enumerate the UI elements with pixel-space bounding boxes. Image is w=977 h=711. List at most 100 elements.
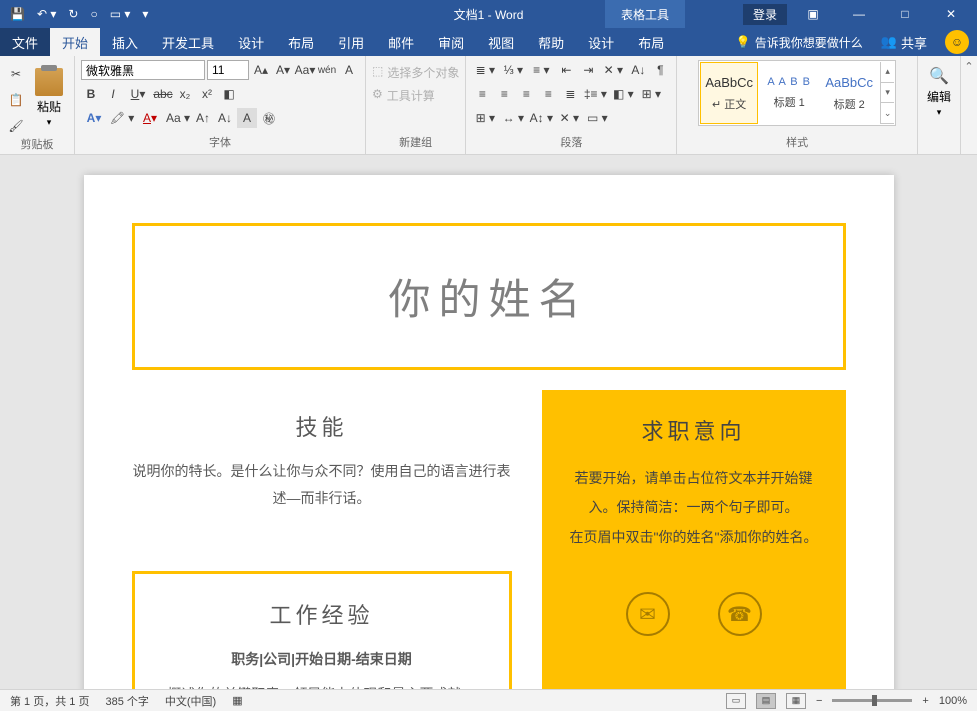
char-scaling-button[interactable]: ✕ ▾ [556, 108, 582, 128]
tab-table-design[interactable]: 设计 [576, 28, 626, 56]
tab-help[interactable]: 帮助 [526, 28, 576, 56]
tab-layout[interactable]: 布局 [276, 28, 326, 56]
tab-home[interactable]: 开始 [50, 28, 100, 56]
zoom-out-button[interactable]: − [816, 695, 822, 707]
char-shading-icon[interactable]: A [237, 108, 257, 128]
undo-icon[interactable]: ↶ ▾ [37, 7, 56, 21]
strikethrough-button[interactable]: abc [153, 84, 173, 104]
layout-icon[interactable]: ▭ ▾ [110, 7, 131, 21]
tab-design[interactable]: 设计 [226, 28, 276, 56]
cell-margins-button[interactable]: ▭ ▾ [584, 108, 610, 128]
align-left-icon[interactable]: ≡ [472, 84, 492, 104]
tab-table-layout[interactable]: 布局 [626, 28, 676, 56]
eraser-icon[interactable]: ◧ [219, 84, 239, 104]
align-center-icon[interactable]: ≡ [494, 84, 514, 104]
close-button[interactable]: ✕ [931, 0, 971, 28]
bullets-button[interactable]: ≣ ▾ [472, 60, 498, 80]
intent-text2[interactable]: 在页眉中双击"你的姓名"添加你的姓名。 [562, 523, 826, 552]
tab-references[interactable]: 引用 [326, 28, 376, 56]
ribbon-options-icon[interactable]: ▣ [793, 0, 833, 28]
feedback-smiley-icon[interactable]: ☺ [945, 30, 969, 54]
borders-button[interactable]: ⊞ ▾ [638, 84, 664, 104]
minimize-button[interactable]: — [839, 0, 879, 28]
italic-button[interactable]: I [103, 84, 123, 104]
sort-icon[interactable]: A↓ [628, 60, 648, 80]
font-name-combo[interactable]: 微软雅黑 [81, 60, 205, 80]
tab-view[interactable]: 视图 [476, 28, 526, 56]
tell-me-search[interactable]: 💡 告诉我你想要做什么 [728, 28, 871, 56]
grow-font2-icon[interactable]: A↑ [193, 108, 213, 128]
phonetic-guide[interactable]: wén [317, 60, 337, 80]
web-layout-icon[interactable]: ▦ [786, 693, 806, 709]
decrease-indent-icon[interactable]: ⇤ [556, 60, 576, 80]
experience-title[interactable]: 工作经验 [165, 598, 479, 630]
numbering-button[interactable]: ⅓ ▾ [500, 60, 526, 80]
tab-dev[interactable]: 开发工具 [150, 28, 226, 56]
align-right-icon[interactable]: ≡ [516, 84, 536, 104]
shading-button[interactable]: ◧ ▾ [610, 84, 636, 104]
zoom-slider[interactable] [832, 699, 912, 702]
change-case-button[interactable]: Aa ▾ [165, 108, 191, 128]
format-painter-icon[interactable]: 🖌 [6, 116, 26, 136]
experience-subtitle[interactable]: 职务|公司|开始日期-结束日期 [165, 646, 479, 673]
print-layout-icon[interactable]: ▤ [756, 693, 776, 709]
language-indicator[interactable]: 中文(中国) [165, 693, 216, 709]
document-area[interactable]: 你的姓名 技能 说明你的特长。是什么让你与众不同？使用自己的语言进行表述—而非行… [0, 155, 977, 689]
name-header-box[interactable]: 你的姓名 [132, 223, 846, 370]
underline-button[interactable]: U ▾ [125, 84, 151, 104]
read-mode-icon[interactable]: ▭ [726, 693, 746, 709]
shrink-font-icon[interactable]: A▾ [273, 60, 293, 80]
gallery-expand[interactable]: ▴ ▾ ⌄ [880, 62, 894, 124]
tab-insert[interactable]: 插入 [100, 28, 150, 56]
paste-button[interactable]: 粘贴 ▾ [30, 60, 68, 136]
collapse-ribbon-icon[interactable]: ⌃ [964, 60, 973, 73]
intent-text1[interactable]: 若要开始，请单击占位符文本并开始键入。保持简洁：一两个句子即可。 [562, 464, 826, 523]
clear-format-icon[interactable]: Aa▾ [295, 60, 315, 80]
style-normal[interactable]: AaBbCc ↵ 正文 [700, 62, 758, 124]
show-marks-icon[interactable]: ¶ [650, 60, 670, 80]
redo-icon[interactable]: ↻ [68, 7, 78, 21]
maximize-button[interactable]: □ [885, 0, 925, 28]
fit-width-button[interactable]: ↔ ▾ [500, 108, 526, 128]
grow-font-icon[interactable]: A▴ [251, 60, 271, 80]
style-heading2[interactable]: AaBbCc 标题 2 [820, 62, 878, 124]
save-icon[interactable]: 💾 [10, 7, 25, 21]
text-direction-button[interactable]: A↕ ▾ [528, 108, 554, 128]
circle-icon[interactable]: ○ [90, 7, 97, 21]
tab-review[interactable]: 审阅 [426, 28, 476, 56]
qat-more-icon[interactable]: ▾ [142, 7, 148, 21]
login-button[interactable]: 登录 [743, 4, 787, 25]
tab-file[interactable]: 文件 [0, 28, 50, 56]
text-effects-button[interactable]: A ▾ [81, 108, 107, 128]
superscript-button[interactable]: x² [197, 84, 217, 104]
name-placeholder[interactable]: 你的姓名 [155, 266, 823, 327]
bold-button[interactable]: B [81, 84, 101, 104]
phone-icon[interactable]: ☎ [718, 592, 762, 636]
email-icon[interactable]: ✉ [626, 592, 670, 636]
gallery-more-icon[interactable]: ⌄ [881, 103, 894, 124]
intent-title[interactable]: 求职意向 [562, 414, 826, 446]
macro-icon[interactable]: ▦ [232, 694, 242, 707]
line-spacing-button[interactable]: ‡≡ ▾ [582, 84, 608, 104]
distribute-icon[interactable]: ≣ [560, 84, 580, 104]
cut-icon[interactable]: ✂ [6, 64, 26, 84]
skills-title[interactable]: 技能 [132, 410, 512, 442]
style-heading1[interactable]: A A B B 标题 1 [760, 62, 818, 124]
asian-layout-button[interactable]: ✕ ▾ [600, 60, 626, 80]
experience-text[interactable]: 概述你的关键职责、领导能力体现和最主要成就。请 [165, 681, 479, 689]
increase-indent-icon[interactable]: ⇥ [578, 60, 598, 80]
highlight-button[interactable]: 🖍 ▾ [109, 108, 135, 128]
copy-icon[interactable]: 📋 [6, 90, 26, 110]
page-indicator[interactable]: 第 1 页，共 1 页 [10, 693, 89, 709]
char-border-icon[interactable]: A [339, 60, 359, 80]
shrink-font2-icon[interactable]: A↓ [215, 108, 235, 128]
enclose-char-icon[interactable]: ㊙ [259, 108, 279, 128]
word-count[interactable]: 385 个字 [105, 693, 148, 709]
font-size-combo[interactable]: 11 [207, 60, 249, 80]
justify-icon[interactable]: ≡ [538, 84, 558, 104]
multilevel-button[interactable]: ≡ ▾ [528, 60, 554, 80]
skills-text[interactable]: 说明你的特长。是什么让你与众不同？使用自己的语言进行表述—而非行话。 [132, 458, 512, 511]
zoom-in-button[interactable]: + [922, 695, 928, 707]
subscript-button[interactable]: x₂ [175, 84, 195, 104]
snap-grid-button[interactable]: ⊞ ▾ [472, 108, 498, 128]
